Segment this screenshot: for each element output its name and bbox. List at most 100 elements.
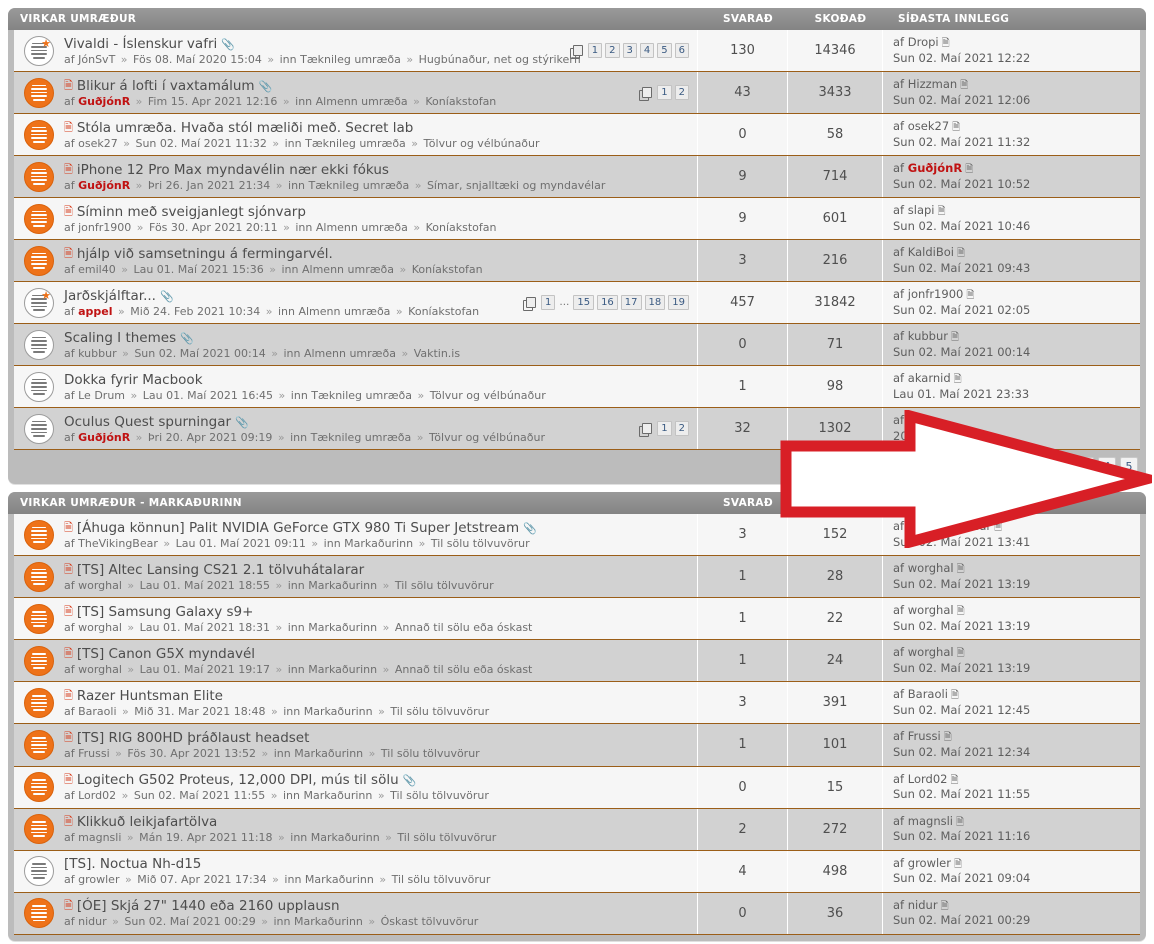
last-post-author-link[interactable]: growler <box>908 856 951 870</box>
subforum-link[interactable]: Til sölu tölvuvörur <box>395 579 494 592</box>
topic-author-link[interactable]: Frussi <box>78 747 110 760</box>
goto-last-post-icon[interactable]: 🗎 <box>957 647 965 661</box>
topic-author-link[interactable]: GuðjónR <box>78 95 130 108</box>
topic-title-link[interactable]: Jarðskjálftar... <box>64 288 156 304</box>
forum-link[interactable]: Tæknileg umræða <box>311 389 412 402</box>
goto-last-post-icon[interactable]: 🗎 <box>952 121 960 135</box>
topic-author-link[interactable]: jonfr1900 <box>78 221 131 234</box>
subforum-link[interactable]: Til sölu tölvuvörur <box>431 537 530 550</box>
topic-title-link[interactable]: Scaling I themes <box>64 330 176 346</box>
goto-last-post-icon[interactable]: 🗎 <box>965 163 973 177</box>
topic-title-link[interactable]: Vivaldi - Íslenskur vafri <box>64 36 217 52</box>
topic-title-link[interactable]: [Áhuga könnun] Palit NVIDIA GeForce GTX … <box>77 520 519 536</box>
last-post-author-link[interactable]: Lord02 <box>908 772 948 786</box>
new-post-icon[interactable]: 🗎 <box>64 816 73 827</box>
goto-last-post-icon[interactable]: 🗎 <box>966 289 974 303</box>
forum-link[interactable]: Markaðurinn <box>344 537 413 550</box>
topic-title-link[interactable]: hjálp við samsetningu á fermingarvél. <box>77 246 333 262</box>
forum-link[interactable]: Markaðurinn <box>308 663 377 676</box>
new-post-icon[interactable]: 🗎 <box>64 164 73 175</box>
subforum-link[interactable]: Til sölu tölvuvörur <box>397 831 496 844</box>
subforum-link[interactable]: Til sölu tölvuvörur <box>392 873 491 886</box>
topic-page-chip[interactable]: 5 <box>657 43 672 59</box>
topic-page-chip[interactable]: 18 <box>644 295 666 311</box>
topic-author-link[interactable]: nidur <box>78 915 107 928</box>
topic-title-link[interactable]: [TS] Altec Lansing CS21 2.1 tölvuhátalar… <box>77 562 364 578</box>
last-post-author-link[interactable]: Frussi <box>908 729 941 743</box>
last-post-author-link[interactable]: Baraoli <box>908 687 948 701</box>
topic-title-link[interactable]: Oculus Quest spurningar <box>64 414 231 430</box>
forum-link[interactable]: Tæknileg umræða <box>300 53 401 66</box>
subforum-link[interactable]: Koníakstofan <box>426 221 497 234</box>
new-post-icon[interactable]: 🗎 <box>64 522 73 533</box>
forum-link[interactable]: Tæknileg umræða <box>309 179 410 192</box>
goto-last-post-icon[interactable]: 🗎 <box>938 205 946 219</box>
topic-author-link[interactable]: JónSvT <box>78 53 115 66</box>
last-post-author-link[interactable]: akarnid <box>908 371 951 385</box>
subforum-link[interactable]: Vaktin.is <box>414 347 460 360</box>
goto-last-post-icon[interactable]: 🗎 <box>994 521 1002 535</box>
topic-page-chip[interactable]: 4 <box>639 43 655 59</box>
new-post-icon[interactable]: 🗎 <box>64 564 73 575</box>
topic-page-chip[interactable]: 2 <box>605 43 620 59</box>
last-post-author-link[interactable]: worghal <box>908 561 954 575</box>
topic-author-link[interactable]: GuðjónR <box>78 431 130 444</box>
new-post-icon[interactable]: 🗎 <box>64 648 73 659</box>
topic-title-link[interactable]: [TS] Samsung Galaxy s9+ <box>77 604 254 620</box>
forum-link[interactable]: Tæknileg umræða <box>311 431 412 444</box>
topic-author-link[interactable]: growler <box>78 873 119 886</box>
new-post-icon[interactable]: 🗎 <box>64 206 73 217</box>
goto-last-post-icon[interactable]: 🗎 <box>954 858 962 872</box>
subforum-link[interactable]: Hugbúnaður, net og stýrikerfi <box>419 53 581 66</box>
subforum-link[interactable]: Til sölu tölvuvörur <box>390 789 489 802</box>
forum-link[interactable]: Almenn umræða <box>304 347 396 360</box>
forum-link[interactable]: Markaðurinn <box>311 831 380 844</box>
pagination-page-3[interactable]: 3 <box>1076 457 1094 477</box>
topic-page-chip[interactable]: 19 <box>668 295 689 311</box>
subforum-link[interactable]: Koníakstofan <box>412 263 483 276</box>
last-post-author-link[interactable]: worghal <box>908 603 954 617</box>
subforum-link[interactable]: Símar, snjalltæki og myndavélar <box>427 179 605 192</box>
subforum-link[interactable]: Óskast tölvuvörur <box>381 915 479 928</box>
topic-author-link[interactable]: osek27 <box>78 137 118 150</box>
last-post-author-link[interactable]: worghal <box>908 645 954 659</box>
topic-author-link[interactable]: Baraoli <box>78 705 116 718</box>
subforum-link[interactable]: Annað til sölu eða óskast <box>395 663 533 676</box>
forum-link[interactable]: Almenn umræða <box>316 95 408 108</box>
last-post-author-link[interactable]: magnsli <box>908 814 953 828</box>
topic-author-link[interactable]: TheVikingBear <box>78 537 158 550</box>
topic-title-link[interactable]: Logitech G502 Proteus, 12,000 DPI, mús t… <box>77 772 399 788</box>
topic-title-link[interactable]: [TS]. Noctua Nh-d15 <box>64 856 201 872</box>
topic-page-chip[interactable]: 6 <box>674 43 689 59</box>
topic-title-link[interactable]: [ÓE] Skjá 27" 1440 eða 2160 upplausn <box>77 898 340 914</box>
goto-last-post-icon[interactable]: 🗎 <box>944 731 952 745</box>
forum-link[interactable]: Almenn umræða <box>302 263 394 276</box>
topic-page-chip[interactable]: 3 <box>622 43 637 59</box>
subforum-link[interactable]: Koníakstofan <box>408 305 479 318</box>
last-post-author-link[interactable]: slapi <box>908 203 935 217</box>
topic-page-chip[interactable]: 1 <box>587 43 603 59</box>
forum-link[interactable]: Markaðurinn <box>303 789 372 802</box>
new-post-icon[interactable]: 🗎 <box>64 606 73 617</box>
subforum-link[interactable]: Tölvur og vélbúnaður <box>430 389 546 402</box>
last-post-author-link[interactable]: kubbur <box>908 329 948 343</box>
goto-last-post-icon[interactable]: 🗎 <box>942 37 950 51</box>
topic-page-chip[interactable]: 17 <box>620 295 642 311</box>
goto-last-post-icon[interactable]: 🗎 <box>957 563 965 577</box>
forum-link[interactable]: Markaðurinn <box>305 873 374 886</box>
topic-page-chip[interactable]: 2 <box>674 85 689 101</box>
new-post-icon[interactable]: 🗎 <box>64 900 73 911</box>
topic-author-link[interactable]: emil40 <box>78 263 116 276</box>
forum-link[interactable]: Markaðurinn <box>294 915 363 928</box>
topic-title-link[interactable]: Stóla umræða. Hvaða stól mæliði með. Sec… <box>77 120 413 136</box>
last-post-author-link[interactable]: Dropi <box>908 35 939 49</box>
new-post-icon[interactable]: 🗎 <box>64 80 73 91</box>
goto-last-post-icon[interactable]: 🗎 <box>957 247 965 261</box>
goto-last-post-icon[interactable]: 🗎 <box>954 373 962 387</box>
forum-link[interactable]: Markaðurinn <box>308 621 377 634</box>
subforum-link[interactable]: Til sölu tölvuvörur <box>390 705 489 718</box>
topic-page-chip[interactable]: 15 <box>573 295 595 311</box>
forum-link[interactable]: Markaðurinn <box>304 705 373 718</box>
subforum-link[interactable]: Til sölu tölvuvörur <box>381 747 480 760</box>
topic-page-chip[interactable]: 1 <box>657 85 672 101</box>
